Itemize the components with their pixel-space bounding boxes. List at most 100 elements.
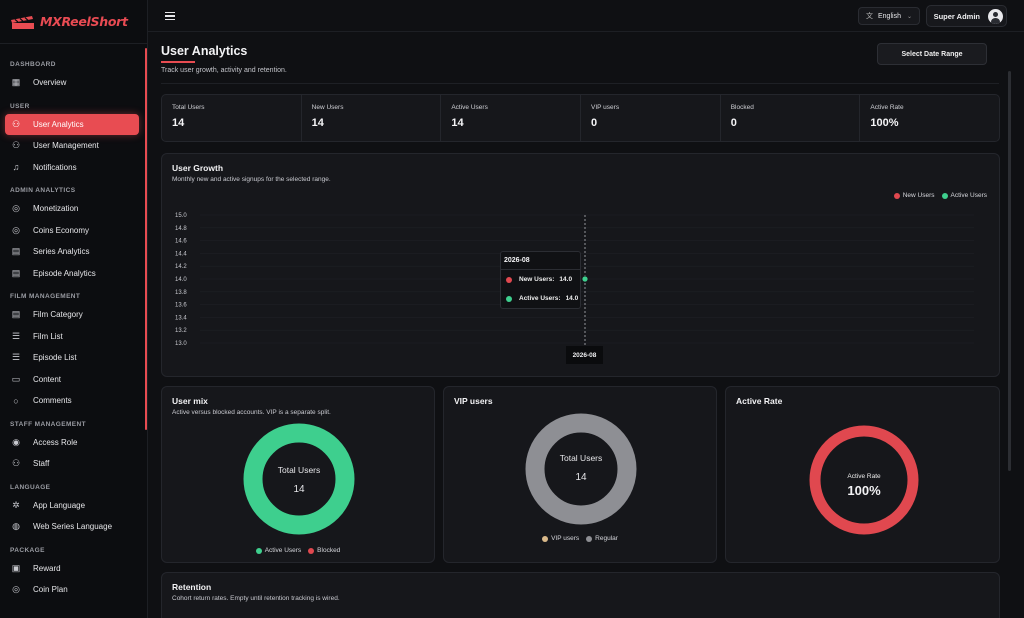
sidebar-item-comments[interactable]: ○ Comments	[5, 390, 139, 412]
page-scrollbar[interactable]	[1008, 71, 1011, 471]
sidebar-item-monetization[interactable]: ◎ Monetization	[5, 198, 139, 220]
sidebar-section-title: PACKAGE	[10, 546, 45, 554]
language-selector[interactable]: 文 English ⌄	[858, 7, 920, 25]
globe-icon: ◍	[12, 521, 20, 532]
sidebar-item-episode-analytics[interactable]: ▤ Episode Analytics	[5, 263, 139, 285]
sidebar-item-label: Comments	[33, 396, 72, 406]
legend-vip-users[interactable]: VIP users	[542, 535, 579, 542]
list-icon: ☰	[11, 330, 21, 341]
users-icon: ⚇	[11, 140, 21, 151]
stat-value: 0	[730, 117, 737, 129]
active-rate-card: Active Rate Active Rate 100%	[725, 386, 1000, 563]
sidebar-item-label: Monetization	[33, 204, 79, 214]
gear-icon: ✲	[12, 499, 20, 510]
sidebar-item-user-analytics[interactable]: ⚇ User Analytics	[5, 113, 139, 135]
chevron-down-icon: ⌄	[906, 13, 912, 20]
sidebar-item-label: Coins Economy	[33, 225, 90, 235]
document-icon: ▭	[11, 373, 21, 384]
bell-icon: ♫	[12, 162, 20, 173]
sidebar-item-label: Film Category	[33, 310, 83, 320]
sidebar-item-access-role[interactable]: ◉ Access Role	[5, 432, 139, 454]
grid-icon: ▦	[11, 77, 21, 88]
retention-title: Retention	[172, 582, 212, 592]
sidebar-item-episode-list[interactable]: ☰ Episode List	[5, 347, 139, 369]
sidebar-item-user-management[interactable]: ⚇ User Management	[5, 135, 139, 157]
stat-label: VIP users	[591, 104, 620, 111]
sidebar-item-overview[interactable]: ▦ Overview	[5, 72, 139, 94]
sidebar-item-label: Episode List	[33, 353, 77, 363]
x-axis-pointer-label: 2026-08	[566, 346, 603, 364]
title-underline	[161, 61, 195, 63]
users-icon: ⚇	[11, 458, 21, 469]
vip-users-legend: VIP users Regular	[444, 535, 716, 542]
user-growth-chart[interactable]: 15.0 14.8 14.6 14.4 14.2 14.0 13.8 13.6 13.4 13.2…	[162, 154, 1001, 378]
sidebar-item-coin-plan[interactable]: ◎ Coin Plan	[5, 579, 139, 601]
sidebar-item-label: User Management	[33, 141, 99, 151]
tooltip-active-users-swatch	[506, 295, 512, 302]
legend-regular[interactable]: Regular	[586, 535, 618, 542]
coins-icon: ◎	[12, 224, 20, 235]
y-tick-label: 15.0	[175, 213, 187, 219]
vip-users-center-label: Total Users	[559, 453, 603, 463]
data-point-active-users[interactable]	[581, 275, 589, 283]
tooltip-new-users-value: 14.0	[559, 276, 573, 283]
active-rate-center: Active Rate 100%	[824, 473, 904, 498]
translate-icon: 文	[866, 13, 873, 20]
legend-swatch	[255, 547, 262, 554]
sidebar-item-series-analytics[interactable]: ▤ Series Analytics	[5, 241, 139, 263]
app-root: MXReelShort DASHBOARD ▦ Overview USER ⚇ User …	[0, 0, 1024, 618]
tooltip-active-users-label: Active Users:	[519, 295, 561, 302]
sidebar-item-notifications[interactable]: ♫ Notifications	[5, 157, 139, 179]
sidebar-item-label: Film List	[33, 331, 63, 341]
stat-value: 0	[591, 117, 598, 129]
sidebar-nav: DASHBOARD ▦ Overview USER ⚇ User Analytics ⚇ Us…	[0, 44, 147, 601]
tooltip-new-users-swatch	[506, 276, 512, 283]
sidebar-item-label: Content	[33, 374, 62, 384]
sidebar-item-app-language[interactable]: ✲ App Language	[5, 495, 139, 517]
users-icon: ⚇	[11, 118, 21, 129]
sidebar-item-film-category[interactable]: ▤ Film Category	[5, 304, 139, 326]
sidebar-section-title: STAFF MANAGEMENT	[10, 420, 86, 428]
tooltip-row-active-users: Active Users: 14.0	[501, 289, 580, 308]
sidebar-scrollbar[interactable]	[145, 48, 147, 430]
tooltip-row-new-users: New Users: 14.0	[501, 270, 580, 289]
y-tick-label: 13.8	[175, 290, 187, 296]
legend-active-users[interactable]: Active Users	[255, 547, 301, 554]
stat-label: Blocked	[730, 104, 754, 111]
stats-row: Total Users 14 New Users 14 Active Users 1…	[161, 94, 1000, 142]
active-rate-center-label: Active Rate	[847, 473, 881, 480]
vip-users-center-value: 14	[575, 472, 587, 483]
legend-swatch	[586, 535, 593, 542]
brand-name: MXReelShort	[40, 14, 128, 29]
sidebar-item-label: Episode Analytics	[33, 268, 96, 278]
logo[interactable]: MXReelShort	[0, 0, 147, 44]
select-date-range-button[interactable]: Select Date Range	[877, 43, 987, 65]
menu-toggle-icon[interactable]	[165, 12, 175, 21]
legend-swatch	[542, 535, 549, 542]
page-title: User Analytics	[161, 44, 248, 58]
page-subtitle: Track user growth, activity and retentio…	[161, 67, 287, 74]
list-icon: ☰	[11, 352, 21, 363]
y-tick-label: 13.2	[175, 328, 187, 334]
active-rate-center-value: 100%	[847, 483, 881, 498]
language-label: English	[878, 12, 901, 20]
legend-blocked[interactable]: Blocked	[308, 547, 340, 554]
sidebar-item-coins-economy[interactable]: ◎ Coins Economy	[5, 220, 139, 242]
sidebar-item-label: Notifications	[33, 162, 77, 172]
stat-value: 14	[172, 117, 185, 129]
sidebar-item-label: Access Role	[33, 437, 78, 447]
sidebar-item-reward[interactable]: ▣ Reward	[5, 558, 139, 580]
user-menu-button[interactable]: Super Admin	[925, 5, 1007, 27]
sidebar-item-content[interactable]: ▭ Content	[5, 369, 139, 391]
sidebar-item-film-list[interactable]: ☰ Film List	[5, 326, 139, 348]
comment-icon: ○	[13, 395, 19, 406]
sidebar-item-label: Overview	[33, 78, 67, 88]
y-tick-label: 14.4	[175, 251, 187, 257]
y-tick-label: 14.8	[175, 226, 187, 232]
sidebar-item-staff[interactable]: ⚇ Staff	[5, 453, 139, 475]
sidebar-section-title: ADMIN ANALYTICS	[10, 187, 76, 194]
sidebar-item-web-series-language[interactable]: ◍ Web Series Language	[5, 516, 139, 538]
y-tick-label: 13.4	[175, 315, 187, 321]
shield-icon: ◉	[12, 436, 20, 447]
stat-label: Active Rate	[870, 104, 904, 111]
